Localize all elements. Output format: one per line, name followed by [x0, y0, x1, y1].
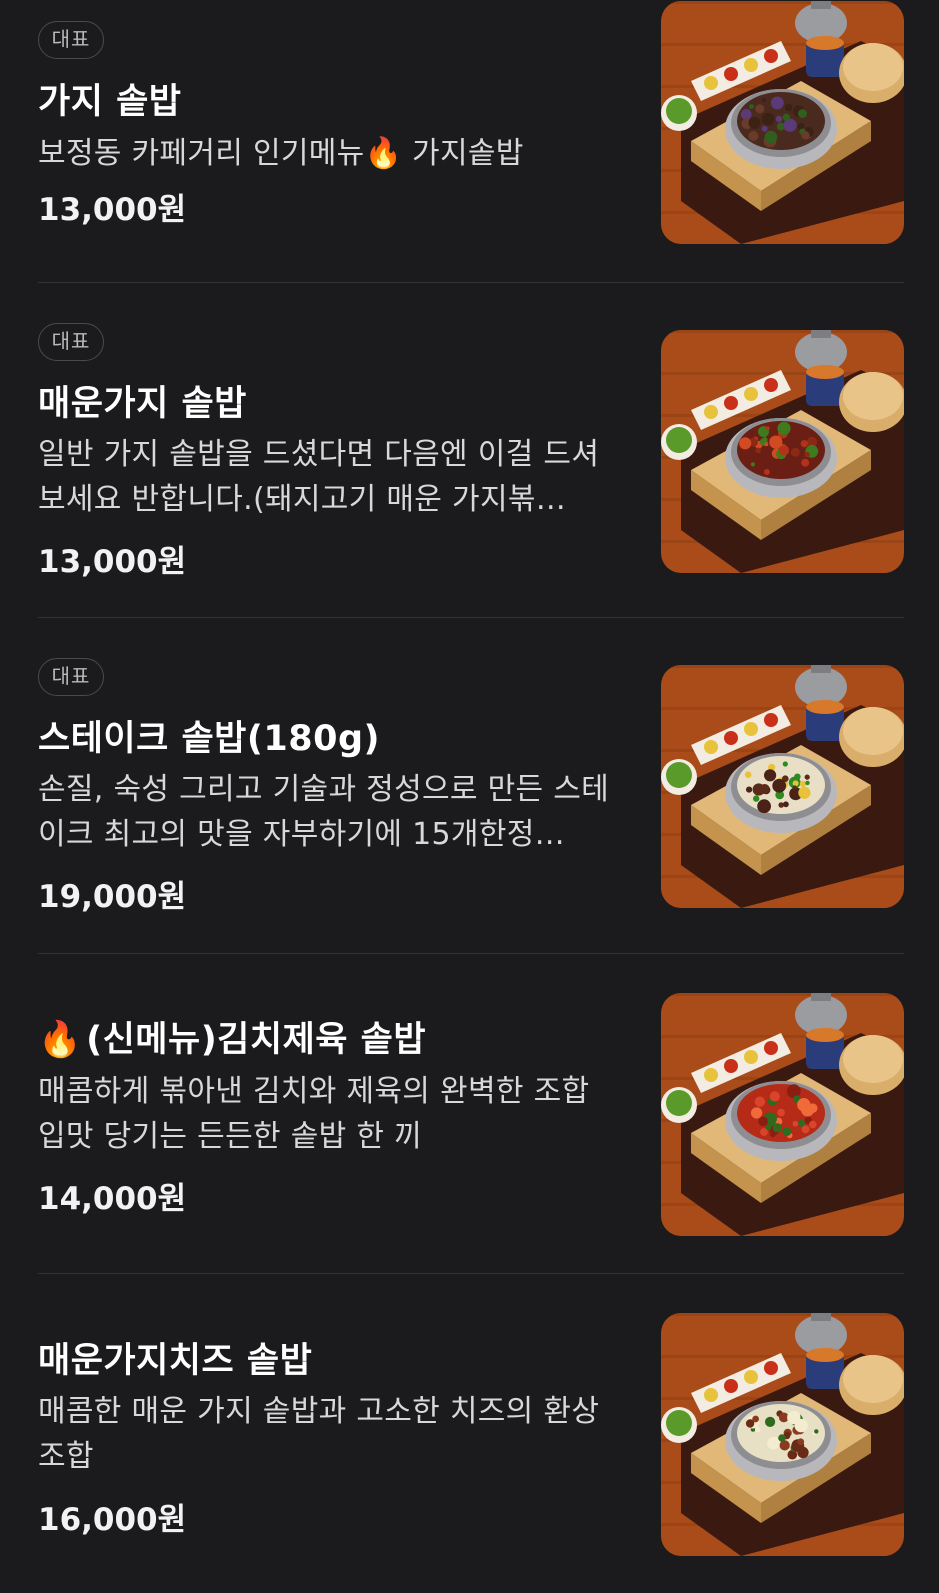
menu-item-name: 🔥 (신메뉴)김치제육 솥밥 — [38, 1011, 426, 1062]
signature-badge: 대표 — [38, 658, 104, 696]
menu-item-name: 스테이크 솥밥(180g) — [38, 719, 380, 759]
signature-badge: 대표 — [38, 21, 104, 59]
menu-item-description: 손질, 숙성 그리고 기술과 정성으로 만든 스테이크 최고의 맛을 자부하기에… — [38, 772, 610, 852]
menu-item-price: 14,000원 — [38, 1181, 187, 1217]
menu-item-price: 16,000원 — [38, 1502, 187, 1538]
menu-item-eggplant-sotbap[interactable]: 대표 가지 솥밥 보정동 카페거리 인기메뉴🔥 가지솥밥 13,000원 — [0, 0, 939, 283]
menu-item-description: 매콤한 매운 가지 솥밥과 고소한 치즈의 환상 조합 — [38, 1394, 600, 1474]
food-photo-illustration — [661, 665, 904, 908]
menu-item-photo[interactable] — [661, 330, 904, 573]
menu-item-price: 13,000원 — [38, 544, 187, 580]
menu-item-photo[interactable] — [661, 665, 904, 908]
menu-item-name: 매운가지 솥밥 — [38, 384, 247, 424]
menu-item-photo[interactable] — [661, 1313, 904, 1556]
menu-item-spicy-eggplant-sotbap[interactable]: 대표 매운가지 솥밥 일반 가지 솥밥을 드셨다면 다음엔 이걸 드셔보세요 반… — [0, 283, 939, 618]
menu-list: 대표 가지 솥밥 보정동 카페거리 인기메뉴🔥 가지솥밥 13,000원 대표 … — [0, 0, 939, 1593]
fire-icon: 🔥 — [38, 1020, 83, 1060]
menu-item-description: 보정동 카페거리 인기메뉴🔥 가지솥밥 — [38, 136, 524, 171]
menu-item-spicy-eggplant-cheese-sotbap[interactable]: 매운가지치즈 솥밥 매콤한 매운 가지 솥밥과 고소한 치즈의 환상 조합 16… — [0, 1274, 939, 1593]
menu-item-name: 매운가지치즈 솥밥 — [38, 1341, 313, 1381]
food-photo-illustration — [661, 1, 904, 244]
menu-item-price: 19,000원 — [38, 879, 187, 915]
menu-item-name: 가지 솥밥 — [38, 82, 182, 122]
food-photo-illustration — [661, 330, 904, 573]
menu-item-kimchi-pork-sotbap[interactable]: 🔥 (신메뉴)김치제육 솥밥 매콤하게 볶아낸 김치와 제육의 완벽한 조합 입맛… — [0, 954, 939, 1274]
food-photo-illustration — [661, 993, 904, 1236]
menu-item-name-text: (신메뉴)김치제육 솥밥 — [86, 1020, 427, 1060]
menu-item-photo[interactable] — [661, 993, 904, 1236]
signature-badge: 대표 — [38, 323, 104, 361]
food-photo-illustration — [661, 1313, 904, 1556]
menu-item-price: 13,000원 — [38, 192, 187, 228]
menu-item-description: 일반 가지 솥밥을 드셨다면 다음엔 이걸 드셔보세요 반합니다.(돼지고기 매… — [38, 437, 600, 517]
menu-item-photo[interactable] — [661, 1, 904, 244]
menu-item-steak-sotbap[interactable]: 대표 스테이크 솥밥(180g) 손질, 숙성 그리고 기술과 정성으로 만든 … — [0, 618, 939, 954]
menu-item-description: 매콤하게 볶아낸 김치와 제육의 완벽한 조합 입맛 당기는 든든한 솥밥 한 … — [38, 1074, 590, 1154]
